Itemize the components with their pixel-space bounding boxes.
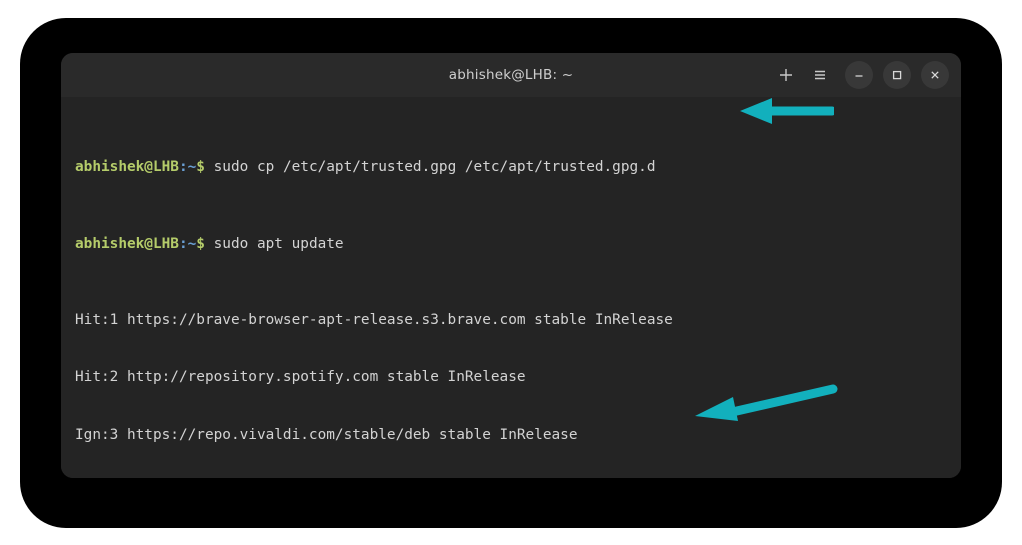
page-root: abhishek@LHB: ~ abhishek@LHB:~$ sudo cp … — [0, 0, 1022, 545]
prompt-symbol: $ — [196, 159, 205, 176]
prompt-user-host: abhishek@LHB — [75, 159, 179, 176]
terminal-prompt-line: abhishek@LHB:~$ sudo cp /etc/apt/trusted… — [75, 158, 961, 177]
minimize-icon — [855, 75, 863, 77]
maximize-button[interactable] — [883, 61, 911, 89]
close-button[interactable] — [921, 61, 949, 89]
terminal-output-area[interactable]: abhishek@LHB:~$ sudo cp /etc/apt/trusted… — [61, 97, 961, 478]
terminal-window: abhishek@LHB: ~ abhishek@LHB:~$ sudo cp … — [61, 53, 961, 478]
new-tab-button[interactable] — [771, 60, 801, 90]
minimize-button[interactable] — [845, 61, 873, 89]
command-text-2: sudo apt update — [213, 235, 344, 252]
prompt-symbol: $ — [196, 235, 205, 252]
hamburger-menu-icon — [815, 70, 825, 80]
terminal-output-line: Hit:1 https://brave-browser-apt-release.… — [75, 312, 673, 329]
terminal-output-line: Hit:2 http://repository.spotify.com stab… — [75, 369, 526, 386]
command-text-1: sudo cp /etc/apt/trusted.gpg /etc/apt/tr… — [213, 159, 656, 176]
plus-icon — [780, 69, 792, 81]
terminal-output-line: Ign:3 https://repo.vivaldi.com/stable/de… — [75, 426, 578, 443]
prompt-path: :~ — [178, 235, 197, 252]
terminal-prompt-line: abhishek@LHB:~$ sudo apt update — [75, 235, 961, 254]
maximize-icon — [892, 70, 902, 80]
prompt-path: :~ — [178, 159, 197, 176]
terminal-lines: abhishek@LHB:~$ sudo cp /etc/apt/trusted… — [75, 101, 961, 478]
menu-button[interactable] — [805, 60, 835, 90]
terminal-title-bar[interactable]: abhishek@LHB: ~ — [61, 53, 961, 97]
prompt-user-host: abhishek@LHB — [75, 235, 179, 252]
close-icon — [931, 71, 939, 79]
window-controls — [771, 60, 961, 90]
